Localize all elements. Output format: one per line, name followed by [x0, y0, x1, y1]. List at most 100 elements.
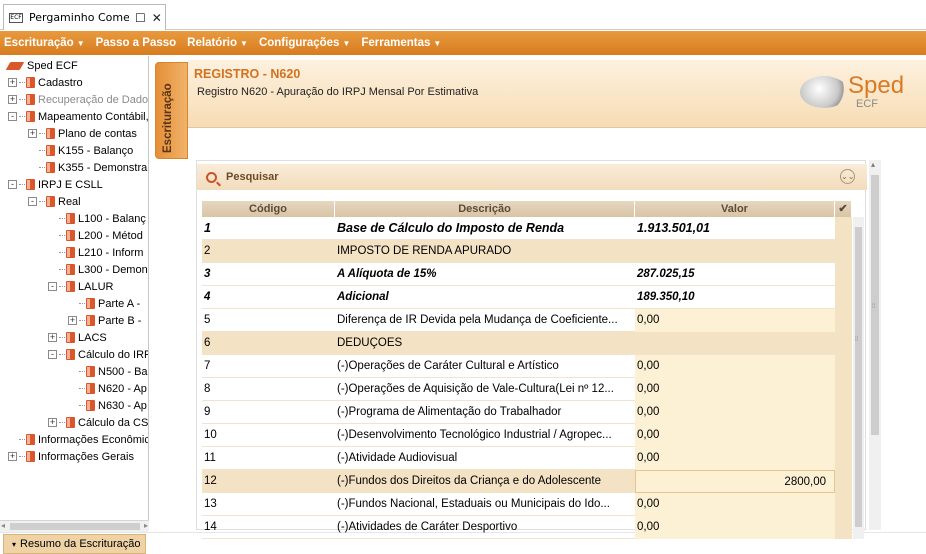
tree-item[interactable]: + Plano de contas: [28, 125, 137, 142]
cell-code: 8: [204, 383, 211, 395]
scroll-left-icon[interactable]: ◂: [1, 521, 5, 530]
tree-item-label: Cálculo da CS: [78, 416, 149, 429]
tree-item[interactable]: - Cálculo do IRP: [48, 346, 148, 363]
menu-2[interactable]: Relatório ▼: [187, 37, 248, 49]
book-icon: [46, 145, 55, 156]
menu-0[interactable]: Escrituração ▼: [4, 37, 85, 49]
cell-description: (-)Operações de Aquisição de Vale-Cultur…: [337, 383, 614, 395]
escrituracao-side-tab[interactable]: Escrituração: [155, 62, 188, 159]
cell-value-input[interactable]: 0,00: [635, 423, 835, 447]
collapse-icon[interactable]: -: [8, 180, 17, 189]
resumo-escrituracao-tab[interactable]: ▾ Resumo da Escrituração: [3, 534, 146, 554]
tree-item[interactable]: + Recuperação de Dados: [8, 91, 148, 108]
expand-icon[interactable]: +: [8, 452, 17, 461]
tree-item[interactable]: L200 - Métod: [48, 227, 143, 244]
maximize-icon[interactable]: ☐: [135, 11, 146, 25]
column-header-description[interactable]: Descrição: [335, 201, 635, 217]
tree-item[interactable]: Informações Econômic: [8, 431, 148, 448]
logo-globe-icon: [800, 76, 848, 108]
tree-item[interactable]: Sped ECF: [5, 57, 78, 74]
tree-item[interactable]: L210 - Inform: [48, 244, 143, 261]
table-row[interactable]: 10 (-)Desenvolvimento Tecnológico Industr…: [202, 423, 852, 447]
expand-icon[interactable]: +: [68, 316, 77, 325]
scrollbar-thumb[interactable]: [855, 227, 862, 527]
column-header-code[interactable]: Código: [202, 201, 335, 217]
scroll-up-icon[interactable]: ▴: [871, 160, 875, 169]
sped-ecf-logo: Sped ECF: [800, 68, 910, 116]
cell-value-input[interactable]: 0,00: [635, 377, 835, 401]
grid-vertical-scrollbar[interactable]: ⦙⦙: [853, 217, 864, 539]
expand-icon[interactable]: +: [48, 333, 57, 342]
expand-search-icon[interactable]: ⌄⌄: [840, 169, 855, 184]
table-row[interactable]: 4 Adicional 189.350,10: [202, 285, 852, 309]
tree-connector: [59, 354, 65, 355]
table-row[interactable]: 3 A Alíquota de 15% 287.025,15: [202, 262, 852, 286]
expand-icon[interactable]: +: [28, 129, 37, 138]
tree-item[interactable]: Parte A -: [68, 295, 140, 312]
tree-item-label: Sped ECF: [27, 59, 78, 72]
tree-item[interactable]: - LALUR: [48, 278, 113, 295]
tree-item[interactable]: + LACS: [48, 329, 107, 346]
document-tab[interactable]: ECF Pergaminho Come... ☐ ✕: [3, 4, 166, 30]
cell-value-input[interactable]: 0,00: [635, 354, 835, 378]
table-row[interactable]: 14 (-)Atividades de Caráter Desportivo 0,0…: [202, 515, 852, 539]
tree-connector: [19, 116, 25, 117]
cell-value-input[interactable]: 0,00: [635, 446, 835, 470]
tree-item[interactable]: + Cadastro: [8, 74, 83, 91]
tree-item[interactable]: L100 - Balanç: [48, 210, 146, 227]
table-row[interactable]: 12 (-)Fundos dos Direitos da Criança e do…: [202, 469, 852, 493]
scrollbar-grip-icon: ⦙⦙: [855, 335, 859, 343]
collapse-icon[interactable]: -: [48, 282, 57, 291]
menu-4[interactable]: Ferramentas ▼: [361, 37, 441, 49]
close-icon[interactable]: ✕: [152, 11, 162, 25]
expand-icon[interactable]: +: [8, 78, 17, 87]
tree-item[interactable]: N630 - Ap: [68, 397, 147, 414]
cell-value-input[interactable]: 0,00: [635, 400, 835, 424]
table-row[interactable]: 8 (-)Operações de Aquisição de Vale-Cultu…: [202, 377, 852, 401]
tree-item[interactable]: - Real: [28, 193, 81, 210]
collapse-icon[interactable]: -: [8, 112, 17, 121]
cell-value-input[interactable]: 0,00: [635, 308, 835, 332]
tree-item[interactable]: + Informações Gerais: [8, 448, 134, 465]
tree-item[interactable]: N620 - Ap: [68, 380, 147, 397]
tree-item[interactable]: - IRPJ E CSLL: [8, 176, 103, 193]
tree-item[interactable]: - Mapeamento Contábil,: [8, 108, 148, 125]
expand-icon[interactable]: +: [8, 95, 17, 104]
scrollbar-thumb[interactable]: [10, 523, 140, 530]
tree-item[interactable]: + Parte B -: [68, 312, 141, 329]
table-row[interactable]: 9 (-)Programa de Alimentação do Trabalhad…: [202, 400, 852, 424]
menu-1[interactable]: Passo a Passo: [96, 37, 177, 49]
cell-description: DEDUÇÕES: [337, 337, 403, 349]
collapse-icon[interactable]: -: [28, 197, 37, 206]
table-row[interactable]: 6 DEDUÇÕES: [202, 331, 852, 355]
column-header-value[interactable]: Valor: [635, 201, 835, 217]
cell-value-input[interactable]: 0,00: [635, 515, 835, 539]
table-row[interactable]: 7 (-)Operações de Caráter Cultural e Artí…: [202, 354, 852, 378]
table-row[interactable]: 1 Base de Cálculo do Imposto de Renda 1.91…: [202, 217, 852, 240]
cell-description: (-)Fundos Nacional, Estaduais ou Municip…: [337, 498, 610, 510]
table-row[interactable]: 13 (-)Fundos Nacional, Estaduais ou Munic…: [202, 492, 852, 516]
tree-item[interactable]: N500 - Ba: [68, 363, 148, 380]
tree-horizontal-scrollbar[interactable]: ◂ ▸: [0, 520, 149, 532]
table-row[interactable]: 2 IMPOSTO DE RENDA APURADO: [202, 239, 852, 263]
cell-value: [635, 240, 835, 263]
collapse-icon[interactable]: -: [48, 350, 57, 359]
caret-down-icon: ▼: [76, 39, 85, 48]
navigation-tree: Sped ECF + Cadastro + Recuperação de Dados - M…: [0, 56, 149, 520]
cell-value-input[interactable]: 2800,00: [635, 469, 835, 493]
search-bar[interactable]: Pesquisar ⌄⌄: [197, 164, 867, 190]
scroll-right-icon[interactable]: ▸: [144, 521, 148, 530]
table-row[interactable]: 11 (-)Atividade Audiovisual 0,00: [202, 446, 852, 470]
tree-item[interactable]: K355 - Demonstra: [28, 159, 147, 176]
cell-value-input[interactable]: 0,00: [635, 492, 835, 516]
table-row[interactable]: 5 Diferença de IR Devida pela Mudança de …: [202, 308, 852, 332]
tree-item[interactable]: K155 - Balanço: [28, 142, 133, 159]
cell-description: A Alíquota de 15%: [337, 268, 437, 280]
menu-3[interactable]: Configurações ▼: [259, 37, 350, 49]
tree-item[interactable]: L300 - Demon: [48, 261, 148, 278]
content-vertical-scrollbar[interactable]: ▴ ⦙⦙: [869, 160, 881, 530]
expand-icon[interactable]: +: [48, 418, 57, 427]
book-icon: [46, 162, 55, 173]
tree-item[interactable]: + Cálculo da CS: [48, 414, 148, 431]
column-header-check[interactable]: ✔: [835, 201, 852, 217]
